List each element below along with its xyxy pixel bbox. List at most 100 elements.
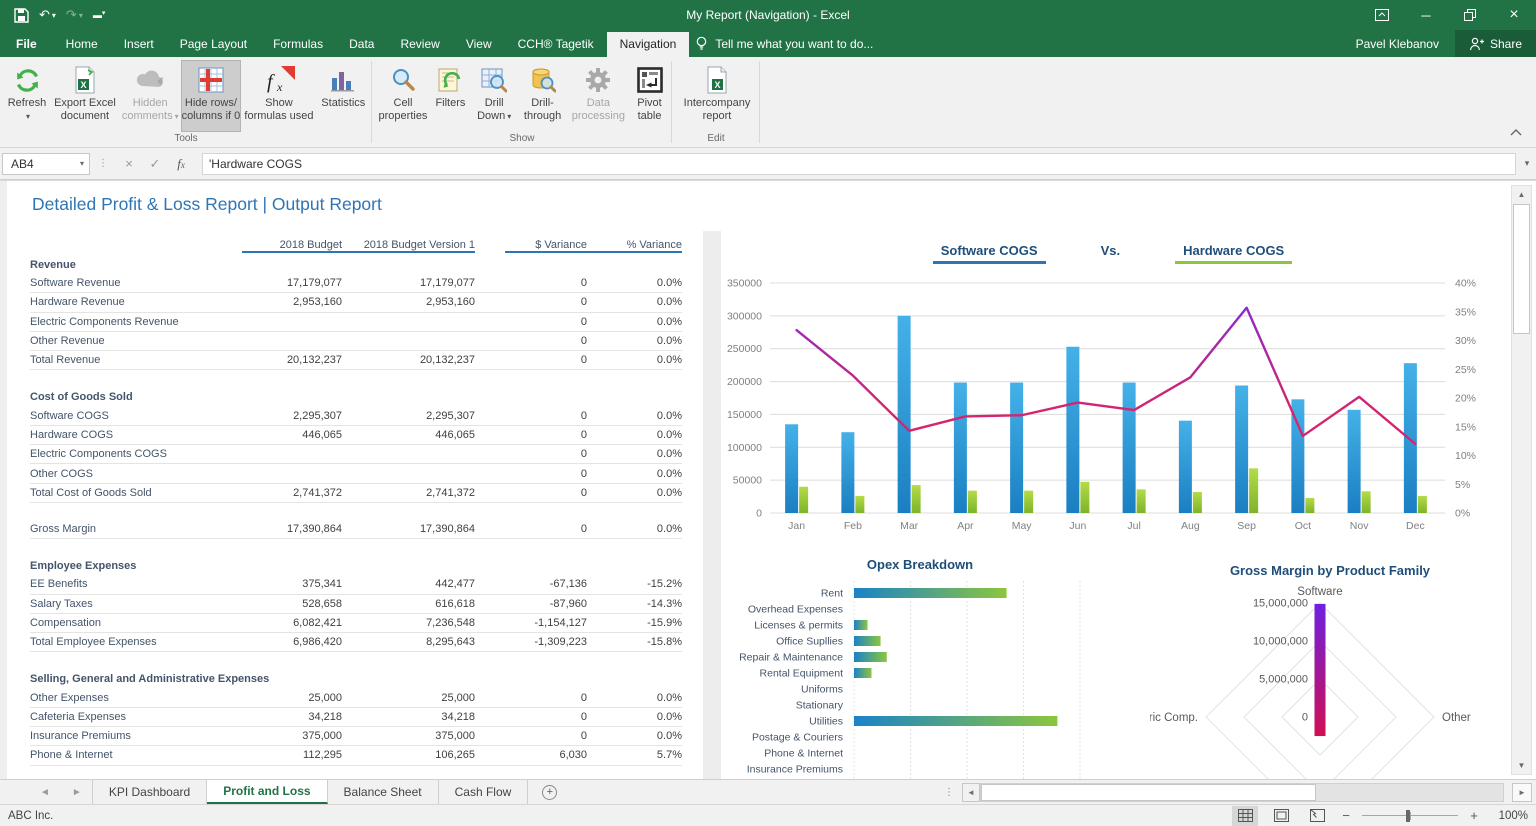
undo-dropdown-icon[interactable]: ▾ (52, 11, 56, 20)
tabbar-resize-handle[interactable]: ⋮ (936, 780, 962, 804)
confirm-entry-button[interactable]: ✓ (142, 156, 168, 172)
redo-button[interactable]: ↷▾ (66, 7, 83, 23)
cell-value: 17,179,077 (242, 277, 342, 289)
minimize-button[interactable]: ─ (1404, 0, 1448, 30)
table-row[interactable]: Phone & Internet112,295106,2656,0305.7% (30, 746, 682, 765)
ribbon-tab-file[interactable]: File (0, 32, 53, 57)
table-row[interactable]: Electric Components COGS00.0% (30, 445, 682, 464)
pl-section: Gross Margin17,390,86417,390,86400.0% (30, 520, 682, 539)
ribbon-tab-insert[interactable]: Insert (111, 32, 167, 57)
cell-value: 0.0% (587, 410, 682, 422)
scroll-up-icon[interactable]: ▲ (1512, 186, 1531, 203)
zoom-out-button[interactable]: − (1340, 808, 1352, 823)
ribbon-tab-navigation[interactable]: Navigation (607, 32, 690, 57)
table-row[interactable]: Other Expenses25,00025,00000.0% (30, 688, 682, 707)
zoom-slider[interactable] (1362, 809, 1458, 823)
svg-text:40%: 40% (1455, 278, 1476, 290)
vertical-scrollbar[interactable]: ▲ ▼ (1511, 185, 1532, 775)
horizontal-scroll-thumb[interactable] (981, 784, 1316, 801)
sheet-tab-profit-and-loss[interactable]: Profit and Loss (207, 780, 327, 804)
table-row[interactable]: Software Revenue17,179,07717,179,07700.0… (30, 274, 682, 293)
normal-view-button[interactable] (1232, 806, 1258, 826)
name-box[interactable]: AB4 ▾ (2, 153, 90, 175)
cell-properties-button[interactable]: Cellproperties (376, 60, 430, 132)
restore-button[interactable] (1448, 0, 1492, 30)
button-label: Drill (477, 97, 511, 110)
scroll-right-icon[interactable]: ► (1512, 783, 1532, 802)
hide-rows-columns-if-0-button[interactable]: Hide rows/columns if 0 (181, 60, 242, 132)
table-row[interactable]: Other Revenue00.0% (30, 332, 682, 351)
section-header: Employee Expenses (30, 556, 682, 575)
table-row[interactable]: Hardware COGS446,065446,06500.0% (30, 426, 682, 445)
table-row[interactable]: Compensation6,082,4217,236,548-1,154,127… (30, 614, 682, 633)
zoom-in-button[interactable]: + (1468, 808, 1480, 823)
zoom-slider-thumb[interactable] (1406, 810, 1410, 822)
ribbon-tab-cch-tagetik[interactable]: CCH® Tagetik (505, 32, 607, 57)
sheet-nav-left-icon[interactable]: ◄ (40, 787, 50, 798)
table-row[interactable]: EE Benefits375,341442,477-67,136-15.2% (30, 575, 682, 594)
ribbon-tab-home[interactable]: Home (53, 32, 111, 57)
name-box-dropdown-icon[interactable]: ▾ (80, 159, 84, 168)
scroll-down-icon[interactable]: ▼ (1512, 757, 1531, 774)
user-name[interactable]: Pavel Klebanov (1356, 37, 1439, 51)
table-row[interactable]: Insurance Premiums375,000375,00000.0% (30, 727, 682, 746)
row-label: Hardware COGS (30, 429, 242, 441)
zoom-level[interactable]: 100% (1490, 810, 1528, 822)
ribbon-tab-data[interactable]: Data (336, 32, 387, 57)
table-row[interactable]: Hardware Revenue2,953,1602,953,16000.0% (30, 293, 682, 312)
insert-function-button[interactable]: fx (168, 156, 194, 172)
intercompany-report-button[interactable]: X Intercompanyreport (677, 60, 757, 132)
customize-qat-icon[interactable]: ▬▾ (93, 10, 106, 20)
table-row[interactable]: Other COGS00.0% (30, 464, 682, 483)
statistics-button[interactable]: Statistics (317, 60, 370, 132)
filters-button[interactable]: Filters (430, 60, 471, 132)
table-row[interactable]: Total Employee Expenses6,986,4208,295,64… (30, 633, 682, 652)
show-formulas-used-button[interactable]: fx Showformulas used (241, 60, 316, 132)
refresh-button[interactable]: Refresh▾ (4, 60, 50, 132)
table-row[interactable]: Electric Components Revenue00.0% (30, 313, 682, 332)
page-layout-view-button[interactable] (1268, 806, 1294, 826)
button-label: table (637, 110, 661, 123)
table-row[interactable]: Software COGS2,295,3072,295,30700.0% (30, 406, 682, 425)
status-bar-right: − + 100% (1232, 806, 1528, 826)
save-icon[interactable] (14, 8, 29, 23)
sheet-tab-cash-flow[interactable]: Cash Flow (439, 780, 529, 804)
table-row[interactable]: Salary Taxes528,658616,618-87,960-14.3% (30, 595, 682, 614)
page-break-view-button[interactable] (1304, 806, 1330, 826)
dropdown-arrow-icon: ▾ (175, 112, 179, 121)
table-row[interactable]: Cafeteria Expenses34,21834,21800.0% (30, 708, 682, 727)
table-row[interactable]: Total Cost of Goods Sold2,741,3722,741,3… (30, 484, 682, 503)
column-header: % Variance (587, 239, 682, 251)
column-header: 2018 Budget Version 1 (342, 239, 475, 251)
table-row[interactable]: Total Revenue20,132,23720,132,23700.0% (30, 351, 682, 370)
drill-through-button[interactable]: Drill-through (517, 60, 567, 132)
formula-input[interactable]: 'Hardware COGS (202, 153, 1516, 175)
collapse-ribbon-button[interactable] (1510, 123, 1522, 141)
sheet-nav-right-icon[interactable]: ► (72, 787, 82, 798)
vertical-scroll-thumb[interactable] (1513, 204, 1530, 334)
row-label: Other COGS (30, 468, 242, 480)
table-row[interactable]: Gross Margin17,390,86417,390,86400.0% (30, 520, 682, 539)
horizontal-scroll-track[interactable] (980, 783, 1504, 802)
export-excel-document-button[interactable]: X Export Exceldocument (50, 60, 120, 132)
horizontal-scrollbar[interactable]: ◄ ► (962, 780, 1532, 804)
expand-formula-bar-icon[interactable]: ▾ (1518, 158, 1536, 169)
sheet-tab-balance-sheet[interactable]: Balance Sheet (328, 780, 439, 804)
ribbon-tab-page-layout[interactable]: Page Layout (167, 32, 260, 57)
new-sheet-button[interactable]: + (528, 780, 571, 804)
share-button[interactable]: Share (1455, 30, 1536, 57)
sheet-tab-kpi-dashboard[interactable]: KPI Dashboard (92, 780, 207, 804)
window-controls: ─ × (1360, 0, 1536, 30)
ribbon-tab-view[interactable]: View (453, 32, 505, 57)
redo-dropdown-icon[interactable]: ▾ (79, 11, 83, 20)
cancel-entry-button[interactable]: × (116, 156, 142, 171)
pivot-table-button[interactable]: Pivottable (629, 60, 670, 132)
drill-down-button[interactable]: DrillDown▾ (471, 60, 518, 132)
ribbon-tab-formulas[interactable]: Formulas (260, 32, 336, 57)
ribbon-tab-review[interactable]: Review (387, 32, 452, 57)
close-button[interactable]: × (1492, 0, 1536, 30)
tell-me-box[interactable]: Tell me what you want to do... (689, 36, 883, 57)
ribbon-display-options-icon[interactable] (1360, 0, 1404, 30)
undo-button[interactable]: ↶▾ (39, 7, 56, 23)
scroll-left-icon[interactable]: ◄ (962, 783, 980, 802)
